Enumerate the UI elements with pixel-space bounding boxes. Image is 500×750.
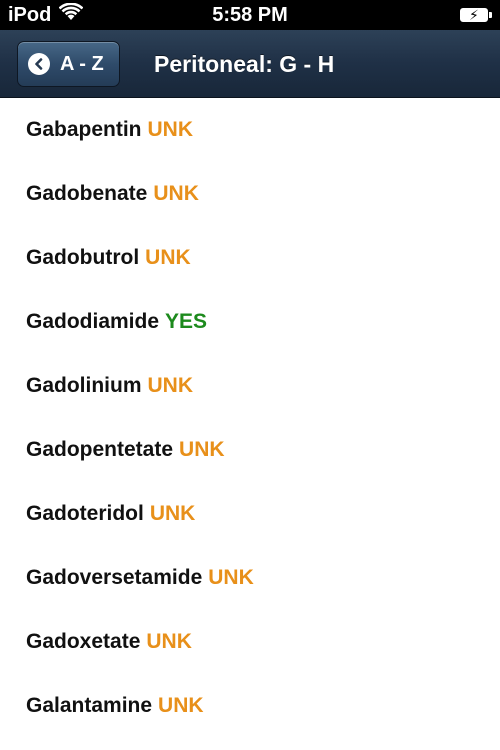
list-item[interactable]: Gadobutrol UNK bbox=[0, 226, 500, 290]
compatibility-status: UNK bbox=[149, 502, 196, 525]
compatibility-status: UNK bbox=[147, 118, 194, 141]
charging-bolt-icon: ⚡ bbox=[469, 7, 479, 23]
list-item[interactable]: Gadobenate UNK bbox=[0, 162, 500, 226]
drug-list: Gabapentin UNK Gadobenate UNK Gadobutrol UNK G… bbox=[0, 98, 500, 738]
list-item[interactable]: Gadopentetate UNK bbox=[0, 418, 500, 482]
list-item[interactable]: Gabapentin UNK bbox=[0, 98, 500, 162]
drug-name: Gadopentetate bbox=[26, 438, 174, 461]
compatibility-status: YES bbox=[165, 310, 208, 333]
wifi-icon bbox=[58, 2, 84, 27]
compatibility-status: UNK bbox=[145, 246, 191, 269]
page-title: Peritoneal: G - H bbox=[154, 50, 335, 77]
compatibility-status: UNK bbox=[147, 374, 194, 397]
list-item[interactable]: Gadoversetamide UNK bbox=[0, 546, 500, 610]
compatibility-status: UNK bbox=[179, 438, 225, 461]
drug-name: Gadolinium bbox=[26, 374, 142, 397]
drug-name: Gadoversetamide bbox=[26, 566, 203, 589]
back-button[interactable]: A - Z bbox=[17, 41, 120, 87]
drug-name: Gadobutrol bbox=[26, 246, 140, 269]
chevron-left-icon bbox=[28, 53, 50, 75]
back-button-label: A - Z bbox=[60, 52, 104, 75]
carrier-label: iPod bbox=[8, 3, 52, 26]
status-bar: iPod 5:58 PM ⚡ bbox=[0, 0, 500, 30]
battery-icon: ⚡ bbox=[460, 7, 492, 23]
drug-name: Gabapentin bbox=[26, 118, 142, 141]
status-left: iPod bbox=[8, 2, 84, 27]
compatibility-status: UNK bbox=[153, 182, 199, 205]
drug-name: Gadoteridol bbox=[26, 502, 144, 525]
list-item[interactable]: Gadoxetate UNK bbox=[0, 610, 500, 674]
compatibility-status: UNK bbox=[158, 694, 204, 717]
list-item[interactable]: Galantamine UNK bbox=[0, 674, 500, 738]
drug-name: Galantamine bbox=[26, 694, 153, 717]
list-item[interactable]: Gadodiamide YES bbox=[0, 290, 500, 354]
compatibility-status: UNK bbox=[146, 630, 192, 653]
compatibility-status: UNK bbox=[208, 566, 254, 589]
list-item[interactable]: Gadoteridol UNK bbox=[0, 482, 500, 546]
list-item[interactable]: Gadolinium UNK bbox=[0, 354, 500, 418]
drug-name: Gadodiamide bbox=[26, 310, 160, 333]
drug-name: Gadoxetate bbox=[26, 630, 141, 653]
drug-name: Gadobenate bbox=[26, 182, 148, 205]
navigation-bar: A - Z Peritoneal: G - H bbox=[0, 30, 500, 98]
